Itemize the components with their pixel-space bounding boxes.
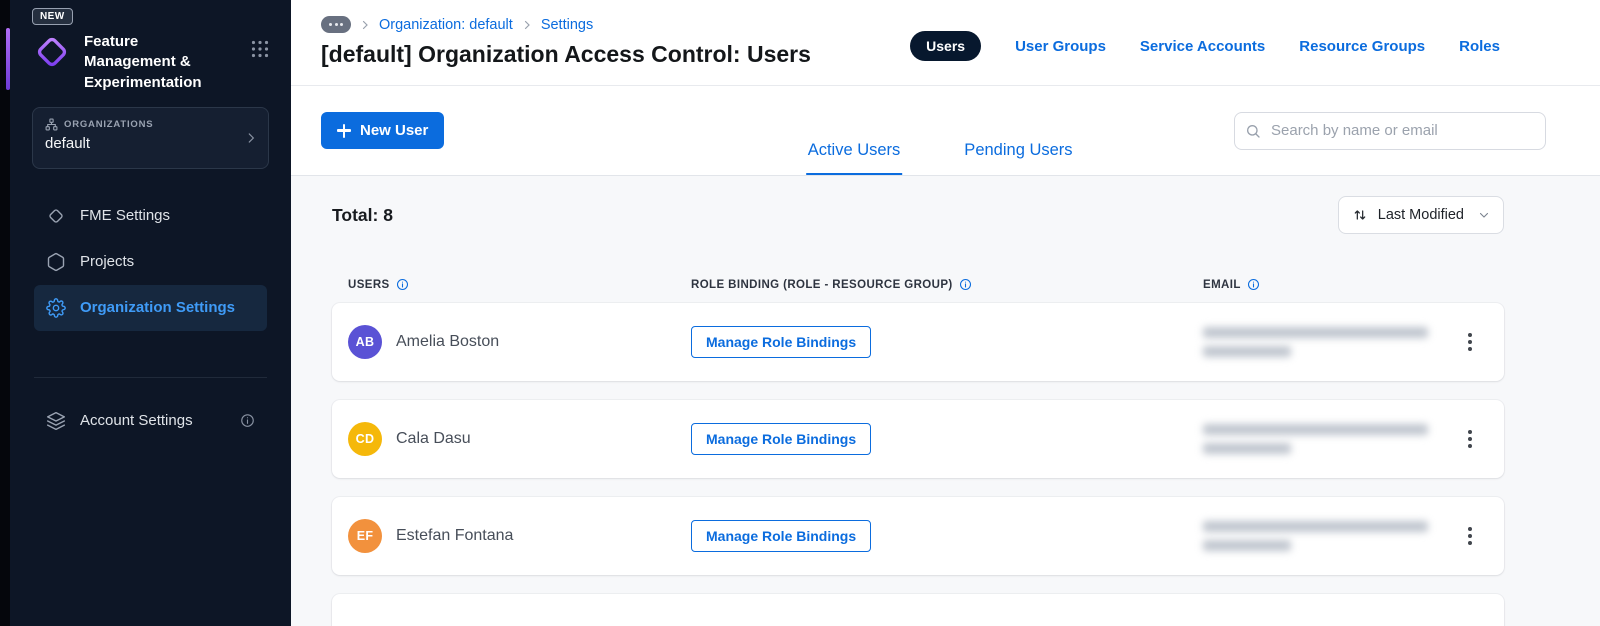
org-selector-value: default xyxy=(45,134,91,152)
sidebar-nav: FME Settings Projects Organization Setti… xyxy=(10,193,291,331)
page-header: Organization: default Settings [default]… xyxy=(291,0,1600,85)
search-icon xyxy=(1245,123,1261,139)
total-count: Total: 8 xyxy=(332,204,393,225)
fme-logo-icon xyxy=(32,32,72,72)
email-redacted xyxy=(1203,424,1452,454)
kebab-menu-icon[interactable] xyxy=(1462,521,1478,551)
main-content: Organization: default Settings [default]… xyxy=(291,0,1600,626)
new-user-button[interactable]: New User xyxy=(321,112,445,149)
sidebar-item-label: Projects xyxy=(80,253,135,271)
avatar: EF xyxy=(348,519,382,553)
new-badge: NEW xyxy=(32,8,73,25)
sidebar-item-account-settings[interactable]: Account Settings xyxy=(34,398,267,444)
kebab-menu-icon[interactable] xyxy=(1462,424,1478,454)
avatar: AB xyxy=(348,325,382,359)
access-control-tabs: Users User Groups Service Accounts Resou… xyxy=(910,31,1500,61)
search-input[interactable] xyxy=(1269,121,1535,140)
new-user-button-label: New User xyxy=(360,122,429,139)
tab-pending-users[interactable]: Pending Users xyxy=(962,141,1074,175)
table-row-partial xyxy=(332,594,1504,626)
manage-role-bindings-button[interactable]: Manage Role Bindings xyxy=(691,326,872,358)
tab-service-accounts[interactable]: Service Accounts xyxy=(1140,38,1265,55)
org-selector-label: ORGANIZATIONS xyxy=(64,118,154,130)
user-name: Cala Dasu xyxy=(396,430,471,447)
sort-arrows-icon xyxy=(1352,207,1368,223)
gear-icon xyxy=(46,297,66,318)
tab-resource-groups[interactable]: Resource Groups xyxy=(1299,38,1425,55)
sidebar-item-fme-settings[interactable]: FME Settings xyxy=(34,193,267,239)
breadcrumb-ellipsis-button[interactable] xyxy=(321,16,351,33)
sidebar-divider xyxy=(34,376,267,378)
sort-dropdown[interactable]: Last Modified xyxy=(1337,196,1504,234)
sidebar-item-label: Account Settings xyxy=(80,412,193,430)
sidebar-item-projects[interactable]: Projects xyxy=(34,239,267,285)
apps-grid-icon[interactable] xyxy=(251,40,269,58)
tab-users[interactable]: Users xyxy=(910,31,982,61)
sidebar-item-organization-settings[interactable]: Organization Settings xyxy=(34,284,267,331)
chevron-right-icon xyxy=(359,19,371,31)
org-icon xyxy=(45,118,58,131)
table-row: CD Cala Dasu Manage Role Bindings xyxy=(332,400,1504,478)
chevron-right-icon xyxy=(521,19,533,31)
avatar: CD xyxy=(348,422,382,456)
layers-icon xyxy=(46,411,66,431)
column-role-binding: ROLE BINDING (ROLE - RESOURCE GROUP) xyxy=(691,278,953,291)
toolbar: New User Active Users Pending Users xyxy=(291,85,1600,176)
sidebar-item-label: FME Settings xyxy=(80,207,171,225)
org-selector[interactable]: ORGANIZATIONS default xyxy=(32,106,269,169)
chevron-right-icon xyxy=(244,131,258,145)
tab-user-groups[interactable]: User Groups xyxy=(1015,38,1106,55)
tab-active-users[interactable]: Active Users xyxy=(805,141,903,175)
tab-roles[interactable]: Roles xyxy=(1459,38,1500,55)
info-icon[interactable] xyxy=(240,413,255,428)
info-icon[interactable] xyxy=(959,278,972,291)
product-title: Feature Management & Experimentation xyxy=(84,33,202,91)
projects-icon xyxy=(46,252,66,272)
kebab-menu-icon[interactable] xyxy=(1462,327,1478,357)
sidebar-header: NEW Feature Management & Experimentation xyxy=(10,0,291,93)
fme-settings-icon xyxy=(46,206,66,226)
email-redacted xyxy=(1203,521,1452,551)
column-users: USERS xyxy=(348,278,390,291)
column-email: EMAIL xyxy=(1203,278,1241,291)
breadcrumb-settings-link[interactable]: Settings xyxy=(541,17,593,33)
module-rail xyxy=(0,0,10,626)
manage-role-bindings-button[interactable]: Manage Role Bindings xyxy=(691,520,872,552)
user-state-tabs: Active Users Pending Users xyxy=(805,141,1075,175)
sort-label: Last Modified xyxy=(1377,207,1464,223)
user-name: Estefan Fontana xyxy=(396,527,514,544)
plus-icon xyxy=(337,123,351,138)
user-name: Amelia Boston xyxy=(396,333,500,350)
page: NEW Feature Management & Experimentation xyxy=(0,0,1600,626)
search-box xyxy=(1234,111,1546,150)
info-icon[interactable] xyxy=(396,278,409,291)
chevron-down-icon xyxy=(1478,209,1490,221)
email-redacted xyxy=(1203,327,1452,357)
manage-role-bindings-button[interactable]: Manage Role Bindings xyxy=(691,423,872,455)
table-row: EF Estefan Fontana Manage Role Bindings xyxy=(332,497,1504,575)
user-list-section: Total: 8 Last Modified USERS ROLE BINDIN… xyxy=(291,176,1600,626)
table-row: AB Amelia Boston Manage Role Bindings xyxy=(332,303,1504,381)
sidebar-item-label: Organization Settings xyxy=(80,299,236,317)
sidebar: NEW Feature Management & Experimentation xyxy=(10,0,291,626)
info-icon[interactable] xyxy=(1247,278,1260,291)
breadcrumb-org-link[interactable]: Organization: default xyxy=(379,17,513,33)
table-header: USERS ROLE BINDING (ROLE - RESOURCE GROU… xyxy=(332,278,1504,291)
